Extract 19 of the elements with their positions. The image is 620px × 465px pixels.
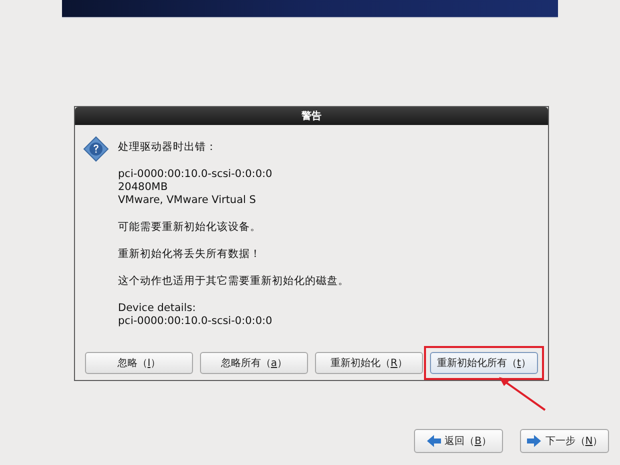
message-text: 重新初始化将丢失所有数据！ [118, 248, 262, 261]
back-button[interactable]: 返回（B） [414, 429, 503, 453]
message-text: pci-0000:00:10.0-scsi-0:0:0:0 [118, 315, 274, 328]
message-text: pci-0000:00:10.0-scsi-0:0:0:0 [118, 168, 274, 181]
next-button[interactable]: 下一步（N） [520, 429, 609, 453]
message-text: VMware, VMware Virtual S [118, 194, 257, 207]
left-arrow-icon [426, 434, 442, 448]
dialog-button[interactable]: 重新初始化所有（t） [430, 352, 538, 374]
dialog-button[interactable]: 忽略（I） [85, 352, 193, 374]
dialog-button[interactable]: 重新初始化（R） [315, 352, 423, 374]
dialog-button[interactable]: 忽略所有（a） [200, 352, 308, 374]
message-text: 可能需要重新初始化该设备。 [118, 221, 262, 234]
right-arrow-icon [526, 434, 542, 448]
message-text: Device details: [118, 302, 197, 315]
message-text: 20480MB [118, 181, 169, 194]
dialog-title: 警告 [302, 110, 322, 123]
question-icon [83, 136, 109, 162]
message-text: 处理驱动器时出错： [118, 141, 218, 154]
message-text: 这个动作也适用于其它需要重新初始化的磁盘。 [118, 275, 349, 288]
